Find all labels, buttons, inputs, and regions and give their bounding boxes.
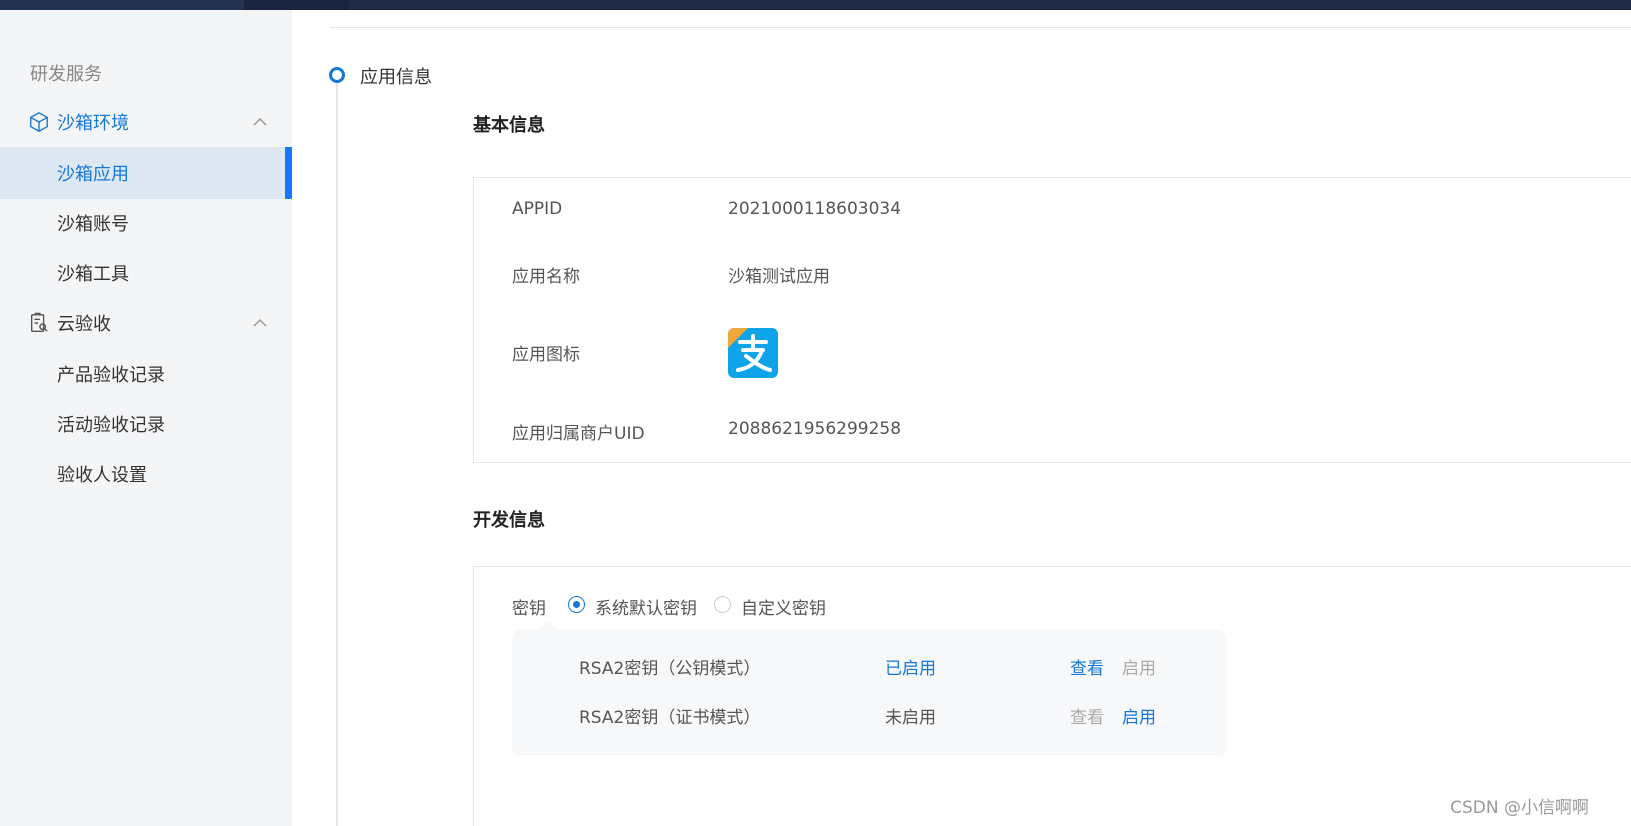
merchant-uid-value: 2088621956299258 [728, 419, 902, 439]
alipay-app-icon [728, 328, 778, 378]
radio-custom-key-label[interactable]: 自定义密钥 [741, 594, 826, 619]
app-name-value: 沙箱测试应用 [728, 267, 830, 287]
app-icon-label: 应用图标 [512, 345, 580, 365]
appid-value: 2021000118603034 [728, 199, 902, 219]
dev-info-card: 密钥 系统默认密钥 自定义密钥 RSA2密钥（公钥模式） 已启用 查看 启用 R… [473, 566, 1631, 826]
sidebar-item-label: 产品验收记录 [57, 365, 165, 386]
sidebar-item-sandbox-account[interactable]: 沙箱账号 [0, 197, 292, 249]
key-label: 密钥 [512, 599, 546, 619]
sidebar-item-product-acceptance[interactable]: 产品验收记录 [0, 348, 292, 400]
chevron-up-icon[interactable] [252, 315, 268, 331]
sidebar-group-label: 云验收 [57, 314, 111, 335]
sidebar-item-label: 沙箱账号 [57, 214, 129, 235]
sidebar-item-label: 验收人设置 [57, 465, 147, 486]
sidebar-title: 研发服务 [30, 64, 102, 85]
sidebar-item-label: 活动验收记录 [57, 415, 165, 436]
key-name: RSA2密钥（公钥模式） [579, 659, 761, 679]
sidebar-group-sandbox[interactable]: 沙箱环境 [0, 97, 292, 147]
sidebar-item-activity-acceptance[interactable]: 活动验收记录 [0, 398, 292, 450]
chevron-up-icon[interactable] [252, 114, 268, 130]
sidebar-item-label: 沙箱应用 [57, 164, 129, 185]
view-key-link: 查看 [1070, 708, 1104, 728]
radio-default-key[interactable] [568, 596, 585, 613]
enable-key-link[interactable]: 启用 [1122, 703, 1156, 728]
step-label: 应用信息 [360, 67, 432, 88]
app-name-label: 应用名称 [512, 267, 580, 287]
enable-key-link: 启用 [1122, 659, 1156, 679]
top-navigation-segment [0, 0, 244, 10]
sidebar-item-acceptor-settings[interactable]: 验收人设置 [0, 448, 292, 500]
top-navigation-segment [244, 0, 349, 10]
key-name: RSA2密钥（证书模式） [579, 708, 761, 728]
clipboard-search-icon [30, 312, 48, 332]
cube-icon [30, 112, 48, 132]
sidebar-item-sandbox-tools[interactable]: 沙箱工具 [0, 247, 292, 299]
sidebar-group-label: 沙箱环境 [57, 113, 129, 134]
top-navigation-bar [0, 0, 1631, 10]
radio-default-key-label[interactable]: 系统默认密钥 [595, 594, 697, 619]
key-status: 已启用 [885, 659, 936, 679]
key-list-panel: RSA2密钥（公钥模式） 已启用 查看 启用 RSA2密钥（证书模式） 未启用 … [512, 621, 1226, 756]
sidebar: 研发服务 沙箱环境 沙箱应用 沙箱账号 沙箱工具 云验收 产品验收记录 活动验收… [0, 10, 292, 826]
watermark: CSDN @小信啊啊 [1450, 798, 1589, 818]
appid-label: APPID [512, 199, 563, 219]
dev-info-title: 开发信息 [473, 510, 545, 531]
sidebar-item-label: 沙箱工具 [57, 264, 129, 285]
divider [330, 27, 1631, 28]
timeline-line [336, 82, 338, 826]
view-key-link[interactable]: 查看 [1070, 654, 1104, 679]
merchant-uid-label: 应用归属商户UID [512, 424, 645, 444]
timeline-dot [329, 67, 345, 83]
basic-info-card: APPID 2021000118603034 应用名称 沙箱测试应用 应用图标 … [473, 177, 1631, 463]
key-status: 未启用 [885, 708, 936, 728]
alipay-logo-icon [728, 328, 772, 372]
sidebar-group-cloud-acceptance[interactable]: 云验收 [0, 298, 292, 348]
radio-custom-key[interactable] [714, 596, 731, 613]
sidebar-item-sandbox-app[interactable]: 沙箱应用 [0, 147, 292, 199]
main-content: 应用信息 基本信息 APPID 2021000118603034 应用名称 沙箱… [292, 10, 1631, 826]
basic-info-title: 基本信息 [473, 115, 545, 136]
